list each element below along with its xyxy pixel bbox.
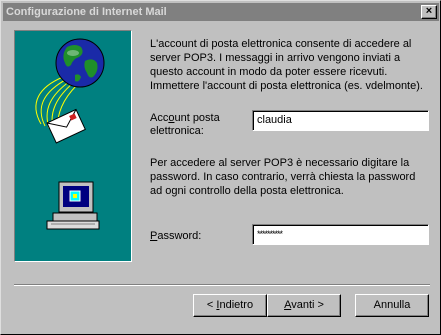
cancel-button[interactable]: Annulla xyxy=(355,294,429,317)
computer-icon xyxy=(46,181,100,230)
password-info-text: Per accedere al server POP3 è necessario… xyxy=(150,157,416,197)
close-button[interactable]: × xyxy=(421,5,437,19)
wizard-illustration xyxy=(14,30,132,262)
dialog-window: Configurazione di Internet Mail × L'acco… xyxy=(0,0,441,335)
separator xyxy=(14,284,430,286)
password-input[interactable]: ********** xyxy=(252,224,429,245)
next-button[interactable]: Avanti > xyxy=(267,294,341,317)
window-title: Configurazione di Internet Mail xyxy=(6,6,167,18)
back-button[interactable]: < Indietro xyxy=(193,294,267,317)
globe-icon xyxy=(55,38,105,88)
illustration-art xyxy=(35,38,105,230)
title-bar[interactable]: Configurazione di Internet Mail × xyxy=(3,3,439,21)
account-label: Account posta elettronica: xyxy=(150,112,220,137)
intro-text: L'account di posta elettronica consente … xyxy=(150,38,423,92)
account-input[interactable]: claudia xyxy=(252,110,429,131)
password-label: Password: xyxy=(150,230,202,242)
